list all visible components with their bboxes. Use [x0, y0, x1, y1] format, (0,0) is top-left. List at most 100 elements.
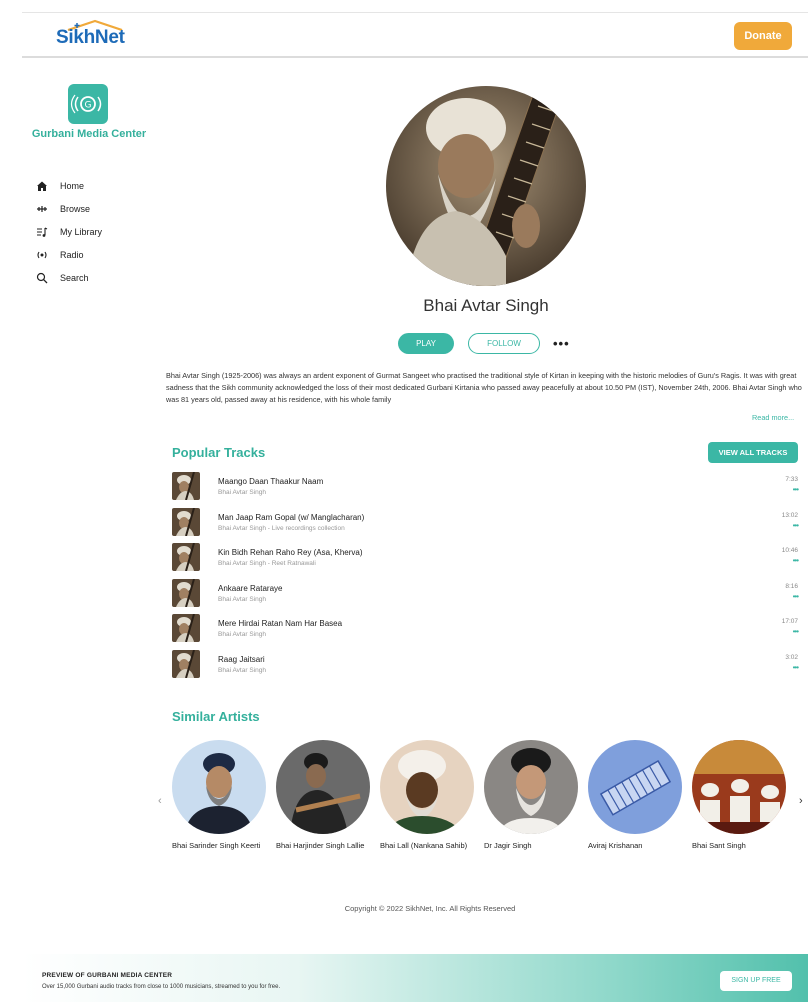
- sign-up-button[interactable]: SIGN UP FREE: [720, 971, 792, 991]
- artist-portrait-image: [386, 86, 586, 286]
- sikhnet-logo[interactable]: SikhNet: [52, 19, 132, 51]
- track-row[interactable]: Man Jaap Ram Gopal (w/ Manglacharan) Bha…: [172, 507, 799, 544]
- similar-artist-photo: [588, 740, 682, 834]
- broadcast-icon: G: [70, 94, 102, 114]
- track-artwork-image: [172, 507, 200, 536]
- track-duration: 8:16: [785, 582, 798, 590]
- follow-button[interactable]: FOLLOW: [468, 333, 540, 354]
- similar-artist-card[interactable]: Bhai Harjinder Singh Lallie: [276, 740, 376, 852]
- track-duration: 3:02: [785, 653, 798, 661]
- carousel-prev-icon[interactable]: ‹: [158, 795, 162, 807]
- track-subtitle: Bhai Avtar Singh - Live recordings colle…: [218, 524, 345, 532]
- track-more-icon[interactable]: •••: [793, 627, 799, 636]
- similar-artist-photo: [692, 740, 786, 834]
- sidebar-item-radio[interactable]: Radio: [36, 243, 102, 266]
- logo-text: SikhNet: [56, 27, 125, 48]
- track-title: Kin Bidh Rehan Raho Rey (Asa, Kherva): [218, 548, 363, 557]
- similar-artist-name: Bhai Sant Singh: [692, 841, 746, 850]
- artist-avatar-image: [380, 740, 474, 834]
- track-thumbnail: [172, 472, 200, 500]
- preview-banner: PREVIEW OF GURBANI MEDIA CENTER Over 15,…: [22, 954, 808, 1002]
- similar-artist-card[interactable]: Aviraj Krishanan: [588, 740, 688, 852]
- sidebar-item-home[interactable]: Home: [36, 174, 102, 197]
- sidebar-item-label: Search: [60, 272, 89, 283]
- track-more-icon[interactable]: •••: [793, 521, 799, 530]
- similar-artist-card[interactable]: Bhai Sarinder Singh Keerti: [172, 740, 272, 852]
- track-more-icon[interactable]: •••: [793, 663, 799, 672]
- track-row[interactable]: Ankaare Rataraye Bhai Avtar Singh 8:16 •…: [172, 578, 799, 615]
- track-thumbnail: [172, 507, 200, 536]
- track-title: Man Jaap Ram Gopal (w/ Manglacharan): [218, 512, 365, 522]
- top-bar: SikhNet Donate: [22, 12, 808, 58]
- track-duration: 13:02: [781, 511, 798, 519]
- sidebar-item-label: My Library: [60, 226, 103, 237]
- similar-artist-card[interactable]: Dr Jagir Singh: [484, 740, 584, 852]
- track-row[interactable]: Kin Bidh Rehan Raho Rey (Asa, Kherva) Bh…: [172, 543, 799, 579]
- track-artwork-image: [172, 578, 200, 607]
- artist-avatar-image: [276, 740, 370, 834]
- similar-artist-photo: [484, 740, 578, 834]
- similar-artist-name: Bhai Lall (Nankana Sahib): [380, 841, 468, 850]
- sidebar-item-search[interactable]: Search: [36, 266, 102, 289]
- track-thumbnail: [172, 614, 200, 642]
- banner-subtitle: Over 15,000 Gurbani audio tracks from cl…: [42, 984, 281, 990]
- track-artwork-image: [172, 649, 200, 678]
- track-subtitle: Bhai Avtar Singh: [218, 666, 266, 674]
- sidebar-item-label: Home: [60, 180, 85, 191]
- track-artwork-image: [172, 472, 200, 500]
- artist-bio: Bhai Avtar Singh (1925-2006) was always …: [166, 371, 802, 404]
- track-thumbnail: [172, 578, 200, 607]
- similar-artist-name: Aviraj Krishanan: [588, 841, 643, 850]
- similar-artist-card[interactable]: Bhai Lall (Nankana Sahib): [380, 740, 480, 852]
- browse-icon: [37, 205, 47, 212]
- banner-title: PREVIEW OF GURBANI MEDIA CENTER: [42, 972, 173, 979]
- similar-artist-card[interactable]: Bhai Sant Singh: [692, 740, 792, 852]
- play-button[interactable]: PLAY: [398, 333, 454, 354]
- track-title: Maango Daan Thaakur Naam: [218, 477, 324, 486]
- carousel-next-icon[interactable]: ›: [799, 795, 803, 807]
- artist-avatar-image: [588, 740, 682, 834]
- track-subtitle: Bhai Avtar Singh: [218, 489, 266, 496]
- artist-avatar-image: [172, 740, 266, 834]
- artist-avatar-image: [692, 740, 786, 834]
- track-artwork-image: [172, 614, 200, 642]
- track-more-icon[interactable]: •••: [793, 592, 799, 601]
- read-more-link[interactable]: Read more...: [752, 413, 794, 422]
- home-icon: [37, 181, 47, 191]
- similar-artist-name: Dr Jagir Singh: [484, 841, 532, 850]
- donate-button[interactable]: Donate: [734, 22, 792, 50]
- similar-artist-name: Bhai Harjinder Singh Lallie: [276, 841, 365, 850]
- track-row[interactable]: Raag Jaitsari Bhai Avtar Singh 3:02 •••: [172, 649, 799, 686]
- sidebar-nav: Home Browse My Library Radio Search: [36, 174, 102, 289]
- track-list: Maango Daan Thaakur Naam Bhai Avtar Sing…: [172, 472, 799, 686]
- track-subtitle: Bhai Avtar Singh: [218, 595, 266, 603]
- gurbani-media-center-logo[interactable]: G: [68, 84, 108, 124]
- copyright-text: Copyright © 2022 SikhNet, Inc. All Right…: [344, 904, 516, 913]
- view-all-tracks-button[interactable]: VIEW ALL TRACKS: [708, 442, 798, 463]
- track-row[interactable]: Maango Daan Thaakur Naam Bhai Avtar Sing…: [172, 472, 799, 508]
- similar-artist-photo: [276, 740, 370, 834]
- track-thumbnail: [172, 649, 200, 678]
- sidebar-item-browse[interactable]: Browse: [36, 197, 102, 220]
- similar-artist-photo: [172, 740, 266, 834]
- similar-artists-title: Similar Artists: [172, 709, 260, 724]
- search-icon: [36, 272, 48, 283]
- sidebar-item-label: Browse: [60, 203, 91, 214]
- track-title: Mere Hirdai Ratan Nam Har Basea: [218, 619, 343, 628]
- track-row[interactable]: Mere Hirdai Ratan Nam Har Basea Bhai Avt…: [172, 614, 799, 650]
- track-more-icon[interactable]: •••: [793, 485, 799, 494]
- track-subtitle: Bhai Avtar Singh: [218, 631, 266, 638]
- track-duration: 17:07: [781, 618, 798, 625]
- more-options-icon[interactable]: •••: [553, 333, 570, 354]
- track-thumbnail: [172, 543, 200, 571]
- popular-tracks-title: Popular Tracks: [172, 445, 266, 460]
- track-more-icon[interactable]: •••: [793, 556, 799, 565]
- track-duration: 7:33: [785, 476, 798, 483]
- artist-avatar-image: [484, 740, 578, 834]
- sidebar-item-my-library[interactable]: My Library: [36, 220, 102, 243]
- radio-icon: [37, 251, 47, 258]
- library-icon: [37, 227, 48, 237]
- track-title: Raag Jaitsari: [218, 654, 265, 664]
- track-title: Ankaare Rataraye: [218, 583, 283, 593]
- svg-text:G: G: [85, 101, 92, 111]
